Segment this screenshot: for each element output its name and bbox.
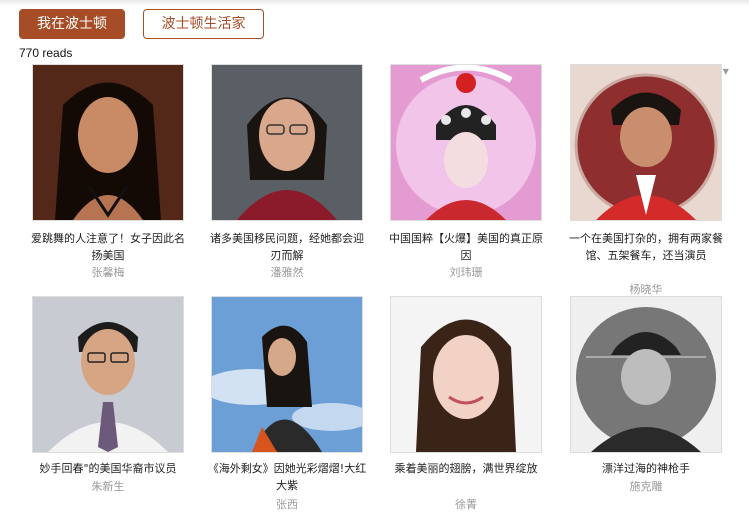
photo-smiling-young-woman[interactable]: [390, 296, 542, 453]
article-title[interactable]: 诸多美国移民问题，经她都会迎刃而解: [205, 230, 369, 264]
tab-i-am-in-boston[interactable]: 我在波士顿: [19, 9, 125, 39]
article-author: 施克雕: [629, 480, 663, 493]
article-title[interactable]: 爱跳舞的人注意了！女子因此名扬美国: [26, 230, 190, 264]
tab-boston-life-people[interactable]: 波士顿生活家: [143, 9, 264, 39]
article-title[interactable]: 一个在美国打杂的，拥有两家餐馆、五架餐车，还当演员: [564, 230, 728, 264]
photo-man-tie[interactable]: [32, 296, 184, 453]
photo-man-red-jacket[interactable]: [570, 64, 722, 221]
article-author: 徐菁: [455, 498, 477, 511]
article-title[interactable]: 漂洋过海的神枪手: [564, 460, 728, 477]
article-author: 朱新生: [91, 480, 125, 493]
read-count: 770 reads: [19, 46, 73, 60]
top-shadow-bar: [0, 0, 749, 6]
article-title[interactable]: 妙手回春"的美国华裔市议员: [26, 460, 190, 477]
article-author: 刘玮珊: [449, 266, 483, 279]
photo-dancer-woman[interactable]: [32, 64, 184, 221]
photo-woman-blue-sky[interactable]: [211, 296, 363, 453]
article-title[interactable]: 中国国粹【火爆】美国的真正原因: [384, 230, 548, 264]
article-author: 张馨梅: [91, 266, 125, 279]
photo-peking-opera-performer[interactable]: [390, 64, 542, 221]
article-title[interactable]: 《海外剩女》因她光彩熠熠!大红大紫: [205, 460, 369, 494]
article-author: 潘雅然: [270, 266, 304, 279]
photo-woman-glasses[interactable]: [211, 64, 363, 221]
article-author: 杨晓华: [629, 283, 663, 296]
article-author: 张西: [276, 498, 298, 511]
photo-man-cap-monochrome[interactable]: [570, 296, 722, 453]
article-title[interactable]: 乘着美丽的翅膀，满世界绽放: [384, 460, 548, 477]
